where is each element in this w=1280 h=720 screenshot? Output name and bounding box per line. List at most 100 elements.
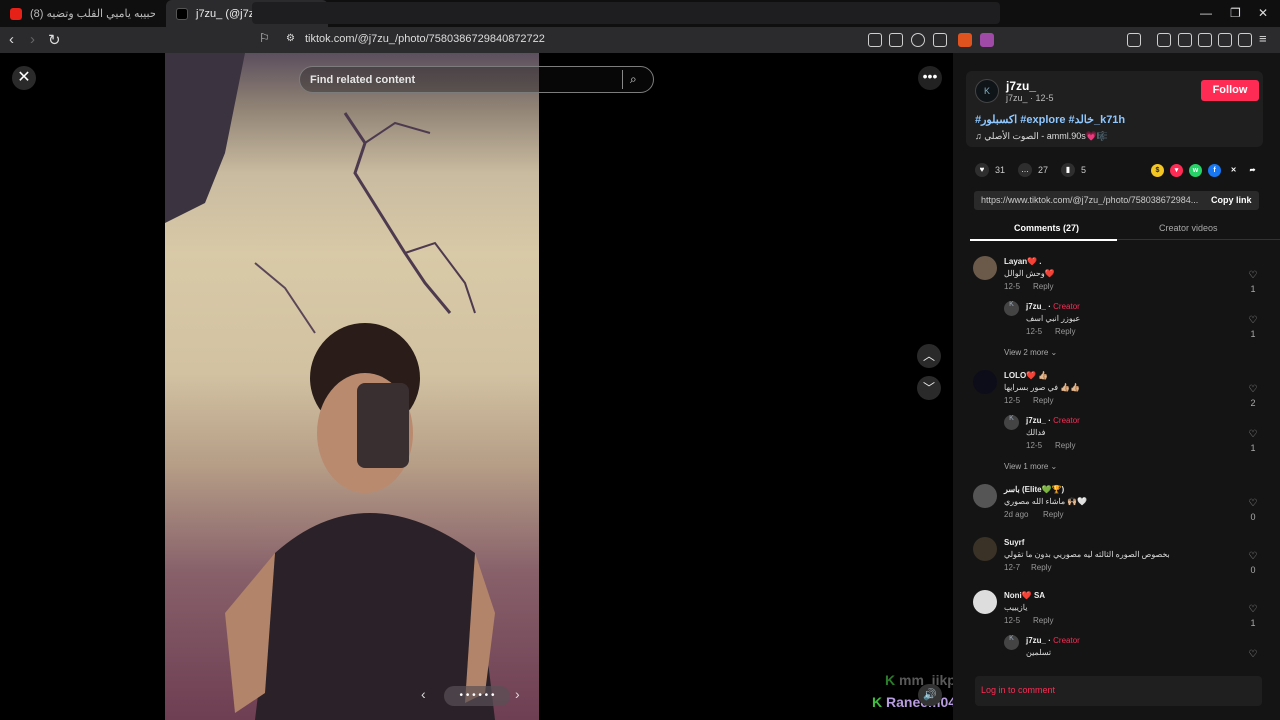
commenter-name[interactable]: باسر (Elite💚🏆) <box>1004 485 1064 494</box>
reply-button[interactable]: Reply <box>1043 510 1063 519</box>
commenter-avatar[interactable]: K <box>1004 301 1019 316</box>
forward-icon[interactable]: › <box>30 31 35 48</box>
like-comment-icon[interactable]: ♡ <box>1246 551 1260 562</box>
previous-post-button[interactable]: ︿ <box>917 344 941 368</box>
commenter-name[interactable]: j7zu_ · Creator <box>1026 416 1080 425</box>
translate-icon[interactable] <box>868 33 882 47</box>
reply-button[interactable]: Reply <box>1055 327 1075 336</box>
send-icon[interactable]: ▾ <box>1170 164 1183 177</box>
like-comment-icon[interactable]: ♡ <box>1246 429 1260 440</box>
volume-button[interactable]: 🔊 <box>918 684 942 706</box>
commenter-avatar[interactable]: K <box>1004 415 1019 430</box>
sidebar-icon[interactable] <box>1178 33 1192 47</box>
tab-comments[interactable]: Comments (27) <box>1014 223 1079 233</box>
like-comment-icon[interactable]: ♡ <box>1246 384 1260 395</box>
comment-date: 12-5 <box>1004 282 1021 291</box>
commenter-avatar[interactable] <box>973 484 997 508</box>
screenshot-icon[interactable] <box>1127 33 1141 47</box>
like-comment-icon[interactable]: ♡ <box>1246 270 1260 281</box>
site-info-icon[interactable]: ⚙ <box>286 33 295 44</box>
view-more-replies[interactable]: View 1 more ⌄ <box>1004 462 1057 471</box>
commenter-name[interactable]: Suyrf <box>1004 538 1024 547</box>
tab-active-indicator <box>970 239 1117 241</box>
commenter-avatar[interactable] <box>973 370 997 394</box>
post-link[interactable]: https://www.tiktok.com/@j7zu_/photo/7580… <box>981 195 1201 205</box>
commenter-avatar[interactable] <box>973 256 997 280</box>
commenter-name[interactable]: LOLO❤️ 👍🏼 <box>1004 371 1048 380</box>
like-comment-icon[interactable]: ♡ <box>1246 604 1260 615</box>
commenter-name[interactable]: Layan❤️ . <box>1004 257 1042 266</box>
reply-button[interactable]: Reply <box>1033 282 1053 291</box>
photo-pager[interactable]: • • • • • • <box>444 686 510 706</box>
comment-stat[interactable]: … 27 <box>1018 163 1048 177</box>
coin-icon[interactable]: $ <box>1151 164 1164 177</box>
reply-button[interactable]: Reply <box>1031 563 1051 572</box>
whatsapp-icon[interactable]: w <box>1189 164 1202 177</box>
address-bar-row <box>0 27 1280 53</box>
commenter-name[interactable]: j7zu_ · Creator <box>1026 302 1080 311</box>
vpn-icon[interactable] <box>1238 33 1252 47</box>
url-box[interactable] <box>252 2 1000 24</box>
follow-button[interactable]: Follow <box>1201 80 1259 101</box>
more-options-button[interactable]: ••• <box>918 66 942 90</box>
url-text[interactable]: tiktok.com/@j7zu_/photo/7580386729840872… <box>305 33 545 45</box>
tab-youtube[interactable]: (8) حدثيني ياحبيبه ياميي القلب وتضيه... <box>0 0 164 27</box>
tab-creator-videos[interactable]: Creator videos <box>1159 223 1218 233</box>
search-divider <box>622 70 623 89</box>
comment-date: 12-7 <box>1004 563 1021 572</box>
like-comment-icon[interactable]: ♡ <box>1246 498 1260 509</box>
comment-like-count: 1 <box>1250 329 1256 339</box>
commenter-avatar[interactable]: K <box>1004 635 1019 650</box>
save-stat[interactable]: ▮ 5 <box>1061 163 1086 177</box>
rewards-icon[interactable] <box>980 33 994 47</box>
minimize-icon[interactable]: — <box>1200 6 1212 20</box>
next-photo-icon[interactable]: › <box>515 686 520 702</box>
search-icon[interactable]: ⌕ <box>630 72 637 87</box>
post-photo[interactable] <box>165 53 539 720</box>
like-comment-icon[interactable]: ♡ <box>1246 315 1260 326</box>
post-music[interactable]: ♫ الصوت الأصلي - amml.90s💗🎼 <box>975 131 1108 142</box>
bookmark-icon[interactable]: ⚐ <box>259 31 270 45</box>
cast-icon[interactable] <box>889 33 903 47</box>
author-name[interactable]: j7zu_ <box>1006 79 1036 93</box>
restore-icon[interactable]: ❐ <box>1230 6 1241 20</box>
reply-button[interactable]: Reply <box>1033 616 1053 625</box>
author-avatar[interactable]: K <box>975 79 999 103</box>
close-window-icon[interactable]: ✕ <box>1258 6 1268 20</box>
zoom-icon[interactable] <box>911 33 925 47</box>
copy-link-button[interactable]: Copy link <box>1211 195 1252 205</box>
close-viewer-button[interactable]: ✕ <box>12 66 36 90</box>
prev-photo-icon[interactable]: ‹ <box>421 686 426 702</box>
comment-icon: … <box>1018 163 1032 177</box>
commenter-avatar[interactable] <box>973 537 997 561</box>
comment-like-count: 1 <box>1250 618 1256 628</box>
brave-shield-icon[interactable] <box>958 33 972 47</box>
reply-button[interactable]: Reply <box>1033 396 1053 405</box>
comment-text: في صور بسرايها 👍🏼👍🏼 <box>1004 383 1081 392</box>
wallet-icon[interactable] <box>1198 33 1212 47</box>
commenter-name[interactable]: j7zu_ · Creator <box>1026 636 1080 645</box>
music-icon[interactable] <box>1157 33 1171 47</box>
search-input[interactable]: Find related content <box>299 66 654 93</box>
facebook-icon[interactable]: f <box>1208 164 1221 177</box>
reload-icon[interactable]: ↻ <box>48 31 61 49</box>
comment-text: فدالك <box>1026 428 1046 437</box>
comment-date: 12-5 <box>1026 441 1043 450</box>
share-icon[interactable]: ➦ <box>1246 164 1259 177</box>
share-page-icon[interactable] <box>933 33 947 47</box>
like-comment-icon[interactable]: ♡ <box>1246 649 1260 660</box>
login-to-comment-link[interactable]: Log in to comment <box>981 685 1055 695</box>
commenter-name[interactable]: Noni❤️ SA <box>1004 591 1045 600</box>
post-hashtags[interactable]: #اكسبلور #explore #خالد_k71h <box>975 113 1125 126</box>
ai-icon[interactable] <box>1218 33 1232 47</box>
comment-like-count: 1 <box>1250 443 1256 453</box>
view-more-replies[interactable]: View 2 more ⌄ <box>1004 348 1057 357</box>
comment-like-count: 0 <box>1250 565 1256 575</box>
commenter-avatar[interactable] <box>973 590 997 614</box>
next-post-button[interactable]: ﹀ <box>917 376 941 400</box>
x-icon[interactable]: ✕ <box>1227 164 1240 177</box>
reply-button[interactable]: Reply <box>1055 441 1075 450</box>
like-stat[interactable]: ♥ 31 <box>975 163 1005 177</box>
menu-icon[interactable]: ≡ <box>1259 31 1267 46</box>
back-icon[interactable]: ‹ <box>9 31 14 48</box>
